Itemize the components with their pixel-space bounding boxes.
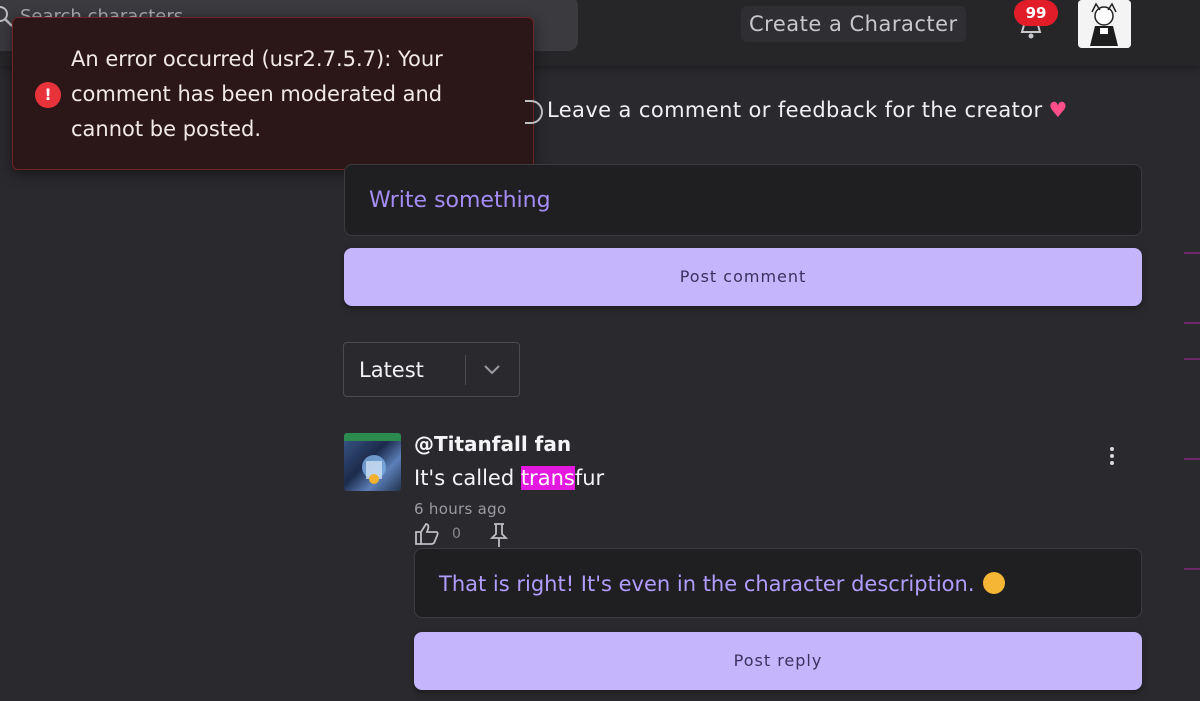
error-icon: ! xyxy=(35,82,61,108)
comment-prompt: Leave a comment or feedback for the crea… xyxy=(547,98,1068,122)
pin-icon[interactable] xyxy=(489,522,509,548)
error-message: An error occurred (usr2.7.5.7): Your com… xyxy=(71,47,443,141)
chevron-down-icon[interactable] xyxy=(482,362,502,378)
edge-marker xyxy=(1184,458,1200,460)
edge-marker xyxy=(1184,358,1200,360)
avatar-image-icon xyxy=(1078,0,1131,48)
comment-text-before: It's called xyxy=(414,466,521,490)
edge-marker xyxy=(1184,568,1200,570)
sort-dropdown[interactable]: Latest xyxy=(343,342,520,397)
like-count: 0 xyxy=(452,526,461,542)
post-reply-button[interactable]: Post reply xyxy=(414,632,1142,690)
sort-divider xyxy=(465,355,466,385)
edge-marker xyxy=(1184,322,1200,324)
create-character-link[interactable]: Create a Character xyxy=(741,6,966,42)
heart-icon: ♥ xyxy=(1048,98,1068,122)
comment-text-after: fur xyxy=(574,466,605,490)
error-toast: ! An error occurred (usr2.7.5.7): Your c… xyxy=(12,17,534,170)
avatar-image-icon xyxy=(344,433,401,484)
comment-avatar[interactable] xyxy=(344,433,401,491)
more-options-icon[interactable] xyxy=(1105,444,1119,468)
comment-icon xyxy=(525,100,543,124)
comment-author[interactable]: @Titanfall fan xyxy=(414,432,571,456)
comment-prompt-text: Leave a comment or feedback for the crea… xyxy=(547,98,1043,122)
thumbs-up-icon[interactable] xyxy=(414,522,440,546)
sort-selected-value: Latest xyxy=(359,358,424,382)
user-avatar[interactable] xyxy=(1078,0,1131,48)
comment-text: It's called transfur xyxy=(414,466,604,490)
reply-text: That is right! It's even in the characte… xyxy=(439,572,975,596)
notification-badge: 99 xyxy=(1014,0,1058,26)
comment-input[interactable] xyxy=(344,164,1142,236)
comment-text-highlight: trans xyxy=(520,466,575,490)
reply-input[interactable]: That is right! It's even in the characte… xyxy=(414,548,1142,618)
edge-marker xyxy=(1184,252,1200,254)
emoji-icon xyxy=(982,572,1005,594)
post-comment-button[interactable]: Post comment xyxy=(344,248,1142,306)
comment-timestamp: 6 hours ago xyxy=(414,500,507,518)
